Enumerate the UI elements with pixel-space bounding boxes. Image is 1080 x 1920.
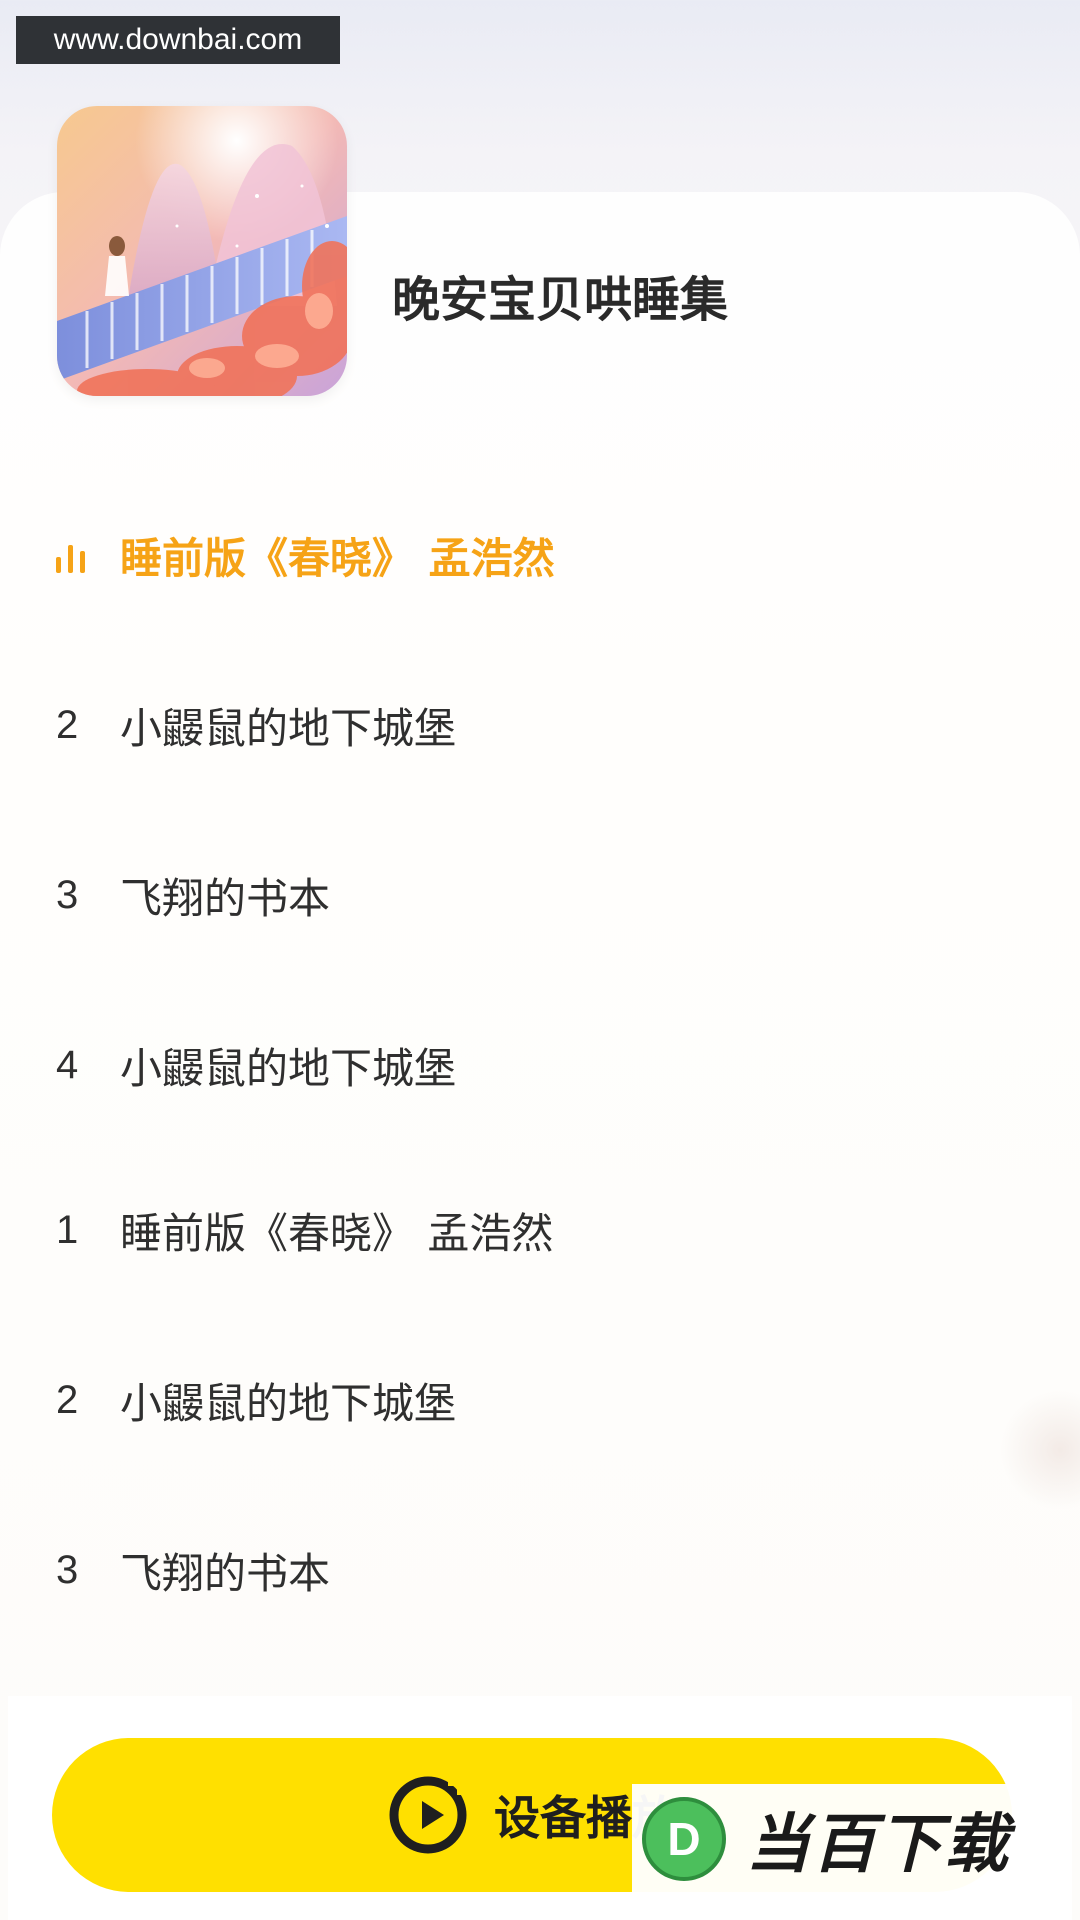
track-item[interactable]: 3 飞翔的书本 — [56, 865, 330, 925]
track-title: 飞翔的书本 — [120, 873, 331, 923]
track-number: 2 — [56, 702, 79, 747]
track-item[interactable]: 2 小鼹鼠的地下城堡 — [56, 695, 456, 755]
track-number: 3 — [56, 872, 79, 917]
play-circle-icon — [389, 1776, 467, 1854]
track-item[interactable]: 1 睡前版《春晓》 孟浩然 — [56, 1200, 553, 1260]
brand-logo-icon: D — [642, 1797, 726, 1881]
track-title: 睡前版《春晓》 孟浩然 — [120, 1208, 554, 1258]
track-number: 4 — [56, 1042, 79, 1087]
track-item[interactable]: 3 飞翔的书本 — [56, 1540, 330, 1600]
track-number: 3 — [56, 1547, 79, 1592]
track-title: 飞翔的书本 — [120, 1548, 331, 1598]
album-title: 晚安宝贝哄睡集 — [392, 272, 729, 328]
brand-logo-letter: D — [667, 1813, 700, 1865]
brand-watermark: D 当百下载 — [632, 1784, 1052, 1894]
track-number: 1 — [56, 1207, 79, 1252]
track-title: 小鼹鼠的地下城堡 — [120, 703, 457, 753]
album-cover-art — [57, 106, 347, 396]
site-watermark: www.downbai.com — [16, 16, 340, 64]
brand-text: 当百下载 — [746, 1808, 1010, 1882]
track-item[interactable]: 4 小鼹鼠的地下城堡 — [56, 1035, 456, 1095]
track-number: 2 — [56, 1377, 79, 1422]
equalizer-icon — [56, 537, 96, 573]
album-cover — [57, 106, 347, 396]
track-title: 小鼹鼠的地下城堡 — [120, 1378, 457, 1428]
track-title: 小鼹鼠的地下城堡 — [120, 1043, 457, 1093]
track-item[interactable]: 2 小鼹鼠的地下城堡 — [56, 1370, 456, 1430]
track-title: 睡前版《春晓》 孟浩然 — [120, 533, 555, 583]
track-item-active[interactable]: 睡前版《春晓》 孟浩然 — [56, 525, 555, 585]
